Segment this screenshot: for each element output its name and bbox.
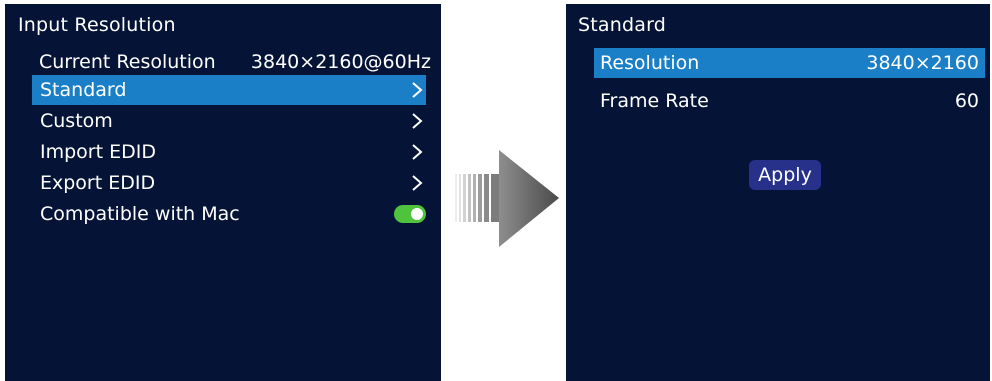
frame-rate-row[interactable]: Frame Rate 60 — [594, 86, 985, 116]
apply-button[interactable]: Apply — [749, 160, 821, 190]
menu-item-label: Standard — [40, 79, 127, 101]
menu-item-standard[interactable]: Standard — [32, 75, 426, 105]
menu-item-custom[interactable]: Custom — [40, 106, 426, 136]
resolution-value: 3840×2160 — [866, 52, 979, 74]
panel-title: Standard — [578, 14, 667, 36]
frame-rate-label: Frame Rate — [600, 90, 709, 112]
resolution-row[interactable]: Resolution 3840×2160 — [594, 48, 985, 78]
input-resolution-panel: Input Resolution Current Resolution 3840… — [5, 4, 441, 381]
standard-panel: Standard Resolution 3840×2160 Frame Rate… — [566, 4, 990, 381]
menu-item-label: Import EDID — [40, 141, 156, 163]
chevron-right-icon — [408, 168, 426, 198]
mac-compatibility-label: Compatible with Mac — [40, 203, 240, 225]
mac-compatibility-row: Compatible with Mac — [40, 199, 426, 229]
chevron-right-icon — [408, 137, 426, 167]
arrow-right-icon — [455, 150, 559, 247]
current-resolution-row: Current Resolution 3840×2160@60Hz — [39, 47, 431, 77]
menu-item-label: Custom — [40, 110, 113, 132]
chevron-right-icon — [408, 75, 426, 105]
current-resolution-label: Current Resolution — [39, 51, 216, 73]
current-resolution-value: 3840×2160@60Hz — [250, 51, 431, 73]
frame-rate-value: 60 — [954, 90, 979, 112]
menu-item-label: Export EDID — [40, 172, 156, 194]
toggle-switch-icon[interactable] — [394, 205, 426, 223]
menu-item-import-edid[interactable]: Import EDID — [40, 137, 426, 167]
toggle-knob — [411, 208, 423, 220]
chevron-right-icon — [408, 106, 426, 136]
resolution-label: Resolution — [600, 52, 700, 74]
menu-item-export-edid[interactable]: Export EDID — [40, 168, 426, 198]
panel-title: Input Resolution — [18, 14, 176, 36]
